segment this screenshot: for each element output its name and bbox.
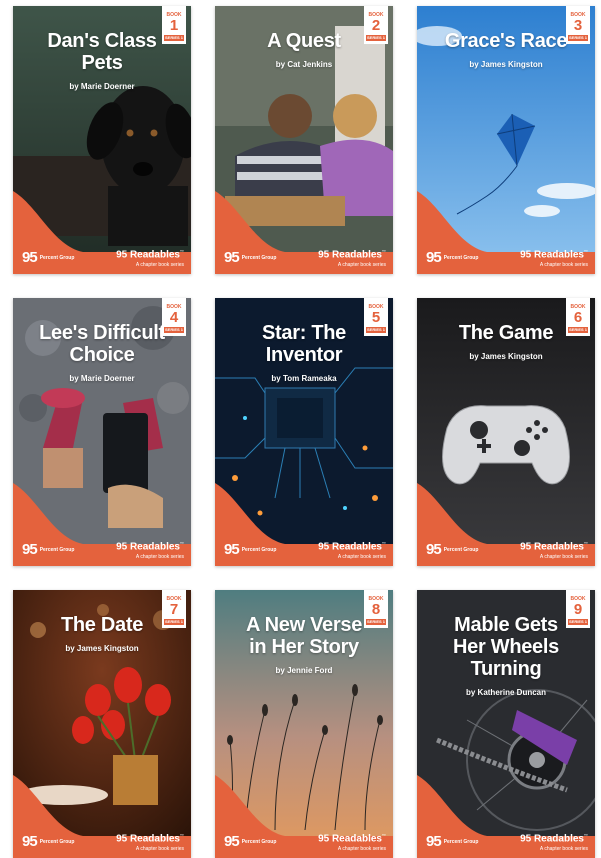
book-footer: 95 Percent Group 95 Readables™ A chapter … — [417, 240, 595, 274]
book-number-badge: BOOK 5 SERIES 1 — [364, 298, 388, 336]
book-number-badge: BOOK 1 SERIES 1 — [162, 6, 186, 44]
series-tagline: A chapter book series — [337, 846, 386, 852]
series-tagline: A chapter book series — [135, 846, 184, 852]
series-brand: 95 Readables™ — [318, 248, 386, 260]
book-title: The Game — [458, 322, 554, 344]
publisher-logo: 95 Percent Group — [426, 833, 479, 850]
book-author: by James Kingston — [469, 352, 543, 361]
series-tagline: A chapter book series — [135, 262, 184, 268]
publisher-logo: 95 Percent Group — [22, 833, 75, 850]
book-author: by Katherine Duncan — [465, 688, 546, 697]
book-footer: 95 Percent Group 95 Readables™ A chapter … — [13, 532, 191, 566]
series-tagline: A chapter book series — [539, 262, 588, 268]
book-footer: 95 Percent Group 95 Readables™ A chapter … — [13, 240, 191, 274]
book-cover-6[interactable]: The Game by James Kingston BOOK 6 SERIES 1 … — [417, 298, 595, 566]
book-title: The Date — [60, 614, 144, 636]
book-footer: 95 Percent Group 95 Readables™ A chapter … — [215, 824, 393, 858]
book-number-badge: BOOK 4 SERIES 1 — [162, 298, 186, 336]
publisher-logo: 95 Percent Group — [22, 541, 75, 558]
book-number-badge: BOOK 3 SERIES 1 — [566, 6, 590, 44]
book-footer: 95 Percent Group 95 Readables™ A chapter … — [215, 532, 393, 566]
series-brand: 95 Readables™ — [318, 540, 386, 552]
series-brand: 95 Readables™ — [116, 832, 184, 844]
book-title: Star: The Inventor — [262, 322, 346, 366]
series-brand: 95 Readables™ — [520, 248, 588, 260]
book-title: Mable Gets Her Wheels Turning — [453, 614, 559, 680]
publisher-logo: 95 Percent Group — [426, 541, 479, 558]
book-footer: 95 Percent Group 95 Readables™ A chapter … — [417, 824, 595, 858]
book-title: A Quest — [267, 30, 341, 52]
series-tagline: A chapter book series — [135, 554, 184, 560]
book-author: by Marie Doerner — [69, 374, 135, 383]
book-cover-5[interactable]: Star: The Inventor by Tom Rameaka BOOK 5 SE… — [215, 298, 393, 566]
book-footer: 95 Percent Group 95 Readables™ A chapter … — [417, 532, 595, 566]
series-tagline: A chapter book series — [337, 554, 386, 560]
series-brand: 95 Readables™ — [520, 832, 588, 844]
series-brand: 95 Readables™ — [116, 540, 184, 552]
series-brand: 95 Readables™ — [520, 540, 588, 552]
book-title: Grace's Race — [444, 30, 568, 52]
book-author: by James Kingston — [469, 60, 543, 69]
book-cover-2[interactable]: A Quest by Cat Jenkins BOOK 2 SERIES 1 95 Pe… — [215, 6, 393, 274]
series-tagline: A chapter book series — [539, 846, 588, 852]
book-footer: 95 Percent Group 95 Readables™ A chapter … — [215, 240, 393, 274]
publisher-logo: 95 Percent Group — [224, 833, 277, 850]
book-number-badge: BOOK 6 SERIES 1 — [566, 298, 590, 336]
book-cover-8[interactable]: A New Verse in Her Story by Jennie Ford B… — [215, 590, 393, 858]
book-number-badge: BOOK 8 SERIES 1 — [364, 590, 388, 628]
series-tagline: A chapter book series — [337, 262, 386, 268]
publisher-logo: 95 Percent Group — [224, 249, 277, 266]
publisher-logo: 95 Percent Group — [22, 249, 75, 266]
book-cover-9[interactable]: Mable Gets Her Wheels Turning by Katherin… — [417, 590, 595, 858]
publisher-logo: 95 Percent Group — [224, 541, 277, 558]
book-author: by Cat Jenkins — [275, 60, 333, 69]
book-author: by James Kingston — [65, 644, 139, 653]
book-title: A New Verse in Her Story — [245, 614, 363, 658]
book-author: by Tom Rameaka — [271, 374, 337, 383]
book-cover-1[interactable]: Dan's Class Pets by Marie Doerner BOOK 1 SE… — [13, 6, 191, 274]
series-brand: 95 Readables™ — [318, 832, 386, 844]
book-number-badge: BOOK 2 SERIES 1 — [364, 6, 388, 44]
book-author: by Marie Doerner — [69, 82, 135, 91]
book-cover-7[interactable]: The Date by James Kingston BOOK 7 SERIES 1 … — [13, 590, 191, 858]
book-cover-4[interactable]: Lee's Difficult Choice by Marie Doerner B… — [13, 298, 191, 566]
book-cover-grid: Dan's Class Pets by Marie Doerner BOOK 1 SE… — [0, 0, 601, 858]
book-number-badge: BOOK 7 SERIES 1 — [162, 590, 186, 628]
series-tagline: A chapter book series — [539, 554, 588, 560]
book-cover-3[interactable]: Grace's Race by James Kingston BOOK 3 SERIE… — [417, 6, 595, 274]
publisher-logo: 95 Percent Group — [426, 249, 479, 266]
book-footer: 95 Percent Group 95 Readables™ A chapter … — [13, 824, 191, 858]
book-author: by Jennie Ford — [275, 666, 333, 675]
book-title: Lee's Difficult Choice — [39, 322, 165, 366]
book-title: Dan's Class Pets — [47, 30, 157, 74]
series-brand: 95 Readables™ — [116, 248, 184, 260]
book-number-badge: BOOK 9 SERIES 1 — [566, 590, 590, 628]
